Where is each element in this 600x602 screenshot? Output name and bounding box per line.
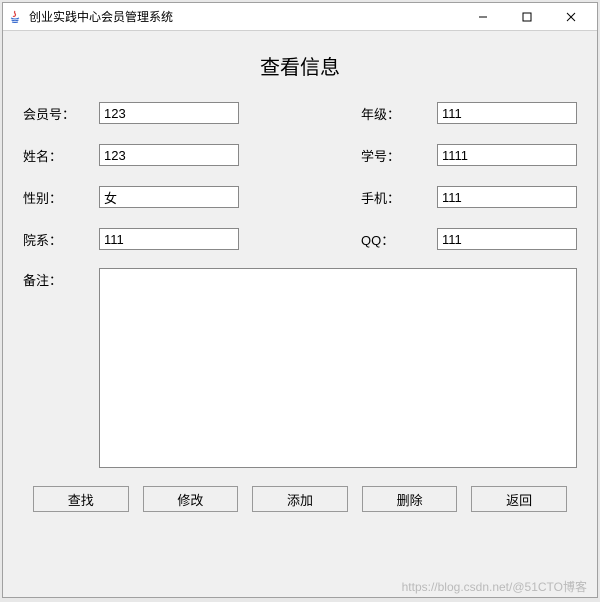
department-input[interactable] [99,228,239,250]
grade-input[interactable] [437,102,577,124]
student-no-label: 学号： [361,146,427,165]
content-area: 查看信息 会员号： 年级： 姓名： 学号： 性别： 手机： 院系： QQ： 备注… [3,31,597,597]
qq-label: QQ： [361,230,427,249]
student-no-input[interactable] [437,144,577,166]
remark-label: 备注： [23,268,89,289]
department-label: 院系： [23,230,89,249]
grade-label: 年级： [361,104,427,123]
gender-input[interactable] [99,186,239,208]
back-button[interactable]: 返回 [471,486,567,512]
name-input[interactable] [99,144,239,166]
member-id-input[interactable] [99,102,239,124]
remark-row: 备注： [23,268,577,468]
qq-input[interactable] [437,228,577,250]
gender-label: 性别： [23,188,89,207]
window-controls [461,3,593,31]
app-window: 创业实践中心会员管理系统 查看信息 会员号： 年级： 姓名： 学号： [2,2,598,598]
add-button[interactable]: 添加 [252,486,348,512]
delete-button[interactable]: 删除 [362,486,458,512]
phone-input[interactable] [437,186,577,208]
name-label: 姓名： [23,146,89,165]
phone-label: 手机： [361,188,427,207]
maximize-button[interactable] [505,3,549,31]
form-grid: 会员号： 年级： 姓名： 学号： 性别： 手机： 院系： QQ： [23,102,577,250]
java-icon [7,9,23,25]
modify-button[interactable]: 修改 [143,486,239,512]
member-id-label: 会员号： [23,104,89,123]
search-button[interactable]: 查找 [33,486,129,512]
minimize-button[interactable] [461,3,505,31]
close-button[interactable] [549,3,593,31]
button-row: 查找 修改 添加 删除 返回 [23,486,577,512]
window-title: 创业实践中心会员管理系统 [29,8,461,25]
page-title: 查看信息 [23,51,577,80]
watermark: https://blog.csdn.net/@51CTO博客 [402,578,587,595]
remark-textarea[interactable] [99,268,577,468]
titlebar: 创业实践中心会员管理系统 [3,3,597,31]
